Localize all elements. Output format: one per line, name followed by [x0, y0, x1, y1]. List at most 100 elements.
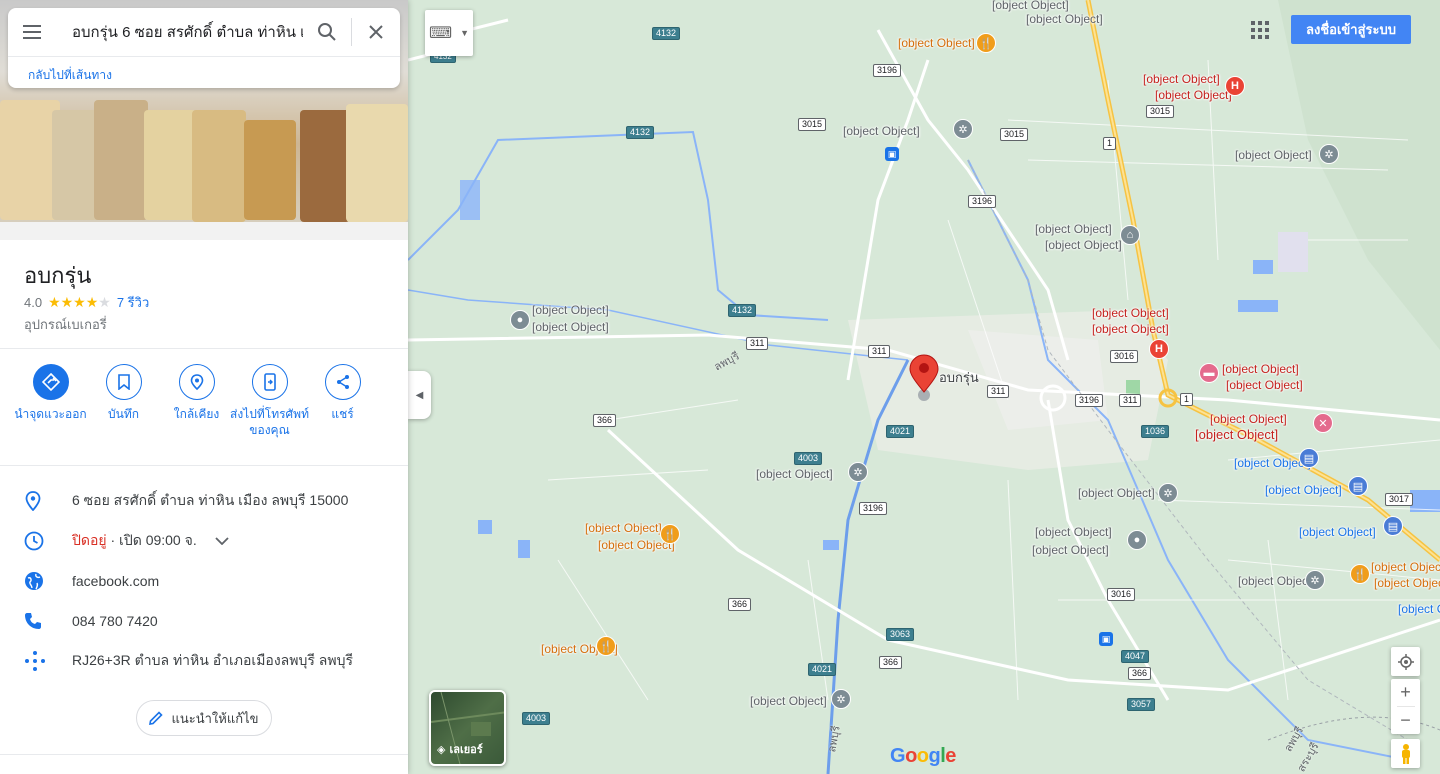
place-pin-icon[interactable]: ●	[510, 310, 530, 330]
clock-icon	[0, 531, 72, 551]
poi-label[interactable]: [object Object]	[1374, 576, 1440, 591]
phone-icon	[0, 612, 72, 630]
shopping-icon[interactable]: ▤	[1299, 448, 1319, 468]
poi-label[interactable]: [object Object]	[585, 521, 662, 536]
route-shield: 4021	[886, 425, 915, 438]
poi-label[interactable]: [object Object]	[1210, 412, 1287, 427]
poi-label[interactable]: [object Object]	[1035, 525, 1112, 540]
poi-label[interactable]: [object Object]	[1226, 378, 1303, 393]
layers-button[interactable]: ◈ เลเยอร์	[429, 690, 506, 766]
poi-label[interactable]: [object Object]	[1299, 525, 1376, 540]
resort-icon[interactable]: ✕	[1313, 413, 1333, 433]
address-text: 6 ซอย สรศักดิ์ ตำบล ท่าหิน เมือง ลพบุรี …	[72, 492, 349, 508]
shopping-icon[interactable]: ▤	[1383, 516, 1403, 536]
sign-in-button[interactable]: ลงชื่อเข้าสู่ระบบ	[1291, 15, 1411, 44]
nearby-button[interactable]: ใกล้เคียง	[160, 364, 233, 438]
place-category[interactable]: อุปกรณ์เบเกอรี่	[24, 314, 107, 335]
route-shield: 366	[728, 598, 752, 611]
poi-label[interactable]: [object Object]	[1195, 427, 1278, 442]
selected-place-label[interactable]: อบกรุ่น	[939, 370, 979, 385]
hospital-icon[interactable]: H	[1225, 76, 1245, 96]
pegman-button[interactable]	[1391, 739, 1420, 768]
poi-label[interactable]: [object Object]	[1265, 483, 1342, 498]
poi-label[interactable]: [object Object]	[1092, 306, 1169, 321]
send-to-phone-button[interactable]: ส่งไปที่โทรศัพท์ของคุณ	[230, 364, 309, 438]
hotel-icon[interactable]: ▬	[1199, 363, 1219, 383]
poi-label[interactable]: [object Object]	[1092, 322, 1169, 337]
poi-label[interactable]: [object Object]	[756, 467, 833, 482]
restaurant-icon[interactable]: 🍴	[660, 524, 680, 544]
chevron-down-icon: ▼	[460, 28, 469, 38]
chevron-left-icon: ◀	[415, 389, 424, 401]
restaurant-icon[interactable]: 🍴	[596, 636, 616, 656]
poi-label[interactable]: [object Object]	[1035, 222, 1112, 237]
clear-search-button[interactable]	[352, 8, 400, 56]
route-shield: 4132	[652, 27, 681, 40]
water-body	[478, 520, 492, 534]
government-icon[interactable]: ⌂	[1120, 225, 1140, 245]
poi-label[interactable]: [object Object]	[1238, 574, 1315, 589]
layers-icon: ◈	[437, 743, 446, 756]
share-button[interactable]: แชร์	[306, 364, 379, 438]
restaurant-icon[interactable]: 🍴	[1350, 564, 1370, 584]
share-icon	[324, 364, 361, 400]
transit-icon[interactable]: ▣	[1099, 632, 1113, 646]
route-shield: 311	[746, 337, 769, 350]
search-input[interactable]: อบกรุ่น 6 ซอย สรศักดิ์ ตำบล ท่าหิน เ	[56, 20, 303, 44]
my-location-button[interactable]	[1391, 647, 1420, 676]
temple-icon[interactable]: ✲	[848, 462, 868, 482]
chevron-down-icon[interactable]	[215, 532, 229, 550]
plus-code-row[interactable]: RJ26+3R ตำบล ท่าหิน อำเภอเมืองลพบุรี ลพบ…	[0, 641, 408, 681]
hours-row[interactable]: ปิดอยู่ · เปิด 09:00 จ.	[0, 521, 408, 561]
temple-icon[interactable]: ✲	[831, 689, 851, 709]
poi-label[interactable]: [object Object]	[898, 36, 975, 51]
route-shield: 366	[593, 414, 617, 427]
hospital-icon[interactable]: H	[1149, 339, 1169, 359]
address-row[interactable]: 6 ซอย สรศักดิ์ ตำบล ท่าหิน เมือง ลพบุรี …	[0, 481, 408, 521]
poi-label[interactable]: [object Object]	[1026, 12, 1103, 27]
remove-stop-button[interactable]: นำจุดแวะออก	[14, 364, 87, 438]
shopping-icon[interactable]: ▤	[1348, 476, 1368, 496]
back-to-directions-link[interactable]: กลับไปที่เส้นทาง	[28, 66, 112, 85]
poi-label[interactable]: [object Object]	[1398, 602, 1440, 617]
route-shield: 3196	[859, 502, 888, 515]
poi-label[interactable]: [object Object]	[1032, 543, 1109, 558]
map-canvas[interactable]: 4132 4132 4132 3196 3015 3015 3196 1 311…	[408, 0, 1440, 774]
route-shield: 4003	[522, 712, 551, 725]
plus-code-text: RJ26+3R ตำบล ท่าหิน อำเภอเมืองลพบุรี ลพบ…	[72, 652, 353, 668]
temple-icon[interactable]: ✲	[1305, 570, 1325, 590]
search-button[interactable]	[303, 8, 351, 56]
poi-label[interactable]: [object Object]	[1222, 362, 1299, 377]
zoom-out-button[interactable]: −	[1400, 707, 1411, 734]
poi-label[interactable]: [object Object]	[750, 694, 827, 709]
poi-label[interactable]: [object Object]	[1155, 88, 1232, 103]
temple-icon[interactable]: ✲	[1319, 144, 1339, 164]
save-button[interactable]: บันทึก	[87, 364, 160, 438]
route-shield: 4021	[808, 663, 837, 676]
poi-label[interactable]: [object Object]	[1235, 148, 1312, 163]
route-shield: 3016	[1107, 588, 1136, 601]
website-row[interactable]: facebook.com	[0, 561, 408, 601]
menu-button[interactable]	[8, 8, 56, 56]
suggest-edit-button[interactable]: แนะนำให้แก้ไข	[136, 700, 272, 736]
place-pin-icon[interactable]: ●	[1127, 530, 1147, 550]
poi-label[interactable]: [object Object]	[1371, 560, 1440, 575]
keyboard-button[interactable]: ⌨ ▼	[425, 10, 473, 56]
temple-icon[interactable]: ✲	[953, 119, 973, 139]
apps-grid-icon[interactable]	[1251, 21, 1269, 39]
poi-label[interactable]: [object Object]	[532, 303, 609, 318]
phone-row[interactable]: 084 780 7420	[0, 601, 408, 641]
nearby-icon	[178, 364, 215, 400]
poi-label[interactable]: [object Object]	[1078, 486, 1155, 501]
poi-label[interactable]: [object Object]	[532, 320, 609, 335]
collapse-panel-button[interactable]: ◀	[408, 371, 431, 419]
reviews-link[interactable]: 7 รีวิว	[117, 292, 149, 313]
temple-icon[interactable]: ✲	[1158, 483, 1178, 503]
poi-label[interactable]: [object Object]	[1045, 238, 1122, 253]
restaurant-icon[interactable]: 🍴	[976, 33, 996, 53]
transit-icon[interactable]: ▣	[885, 147, 899, 161]
poi-label[interactable]: [object Object]	[843, 124, 920, 139]
poi-label[interactable]: [object Object]	[1143, 72, 1220, 87]
zoom-in-button[interactable]: +	[1400, 679, 1411, 706]
route-shield: 1036	[1141, 425, 1170, 438]
